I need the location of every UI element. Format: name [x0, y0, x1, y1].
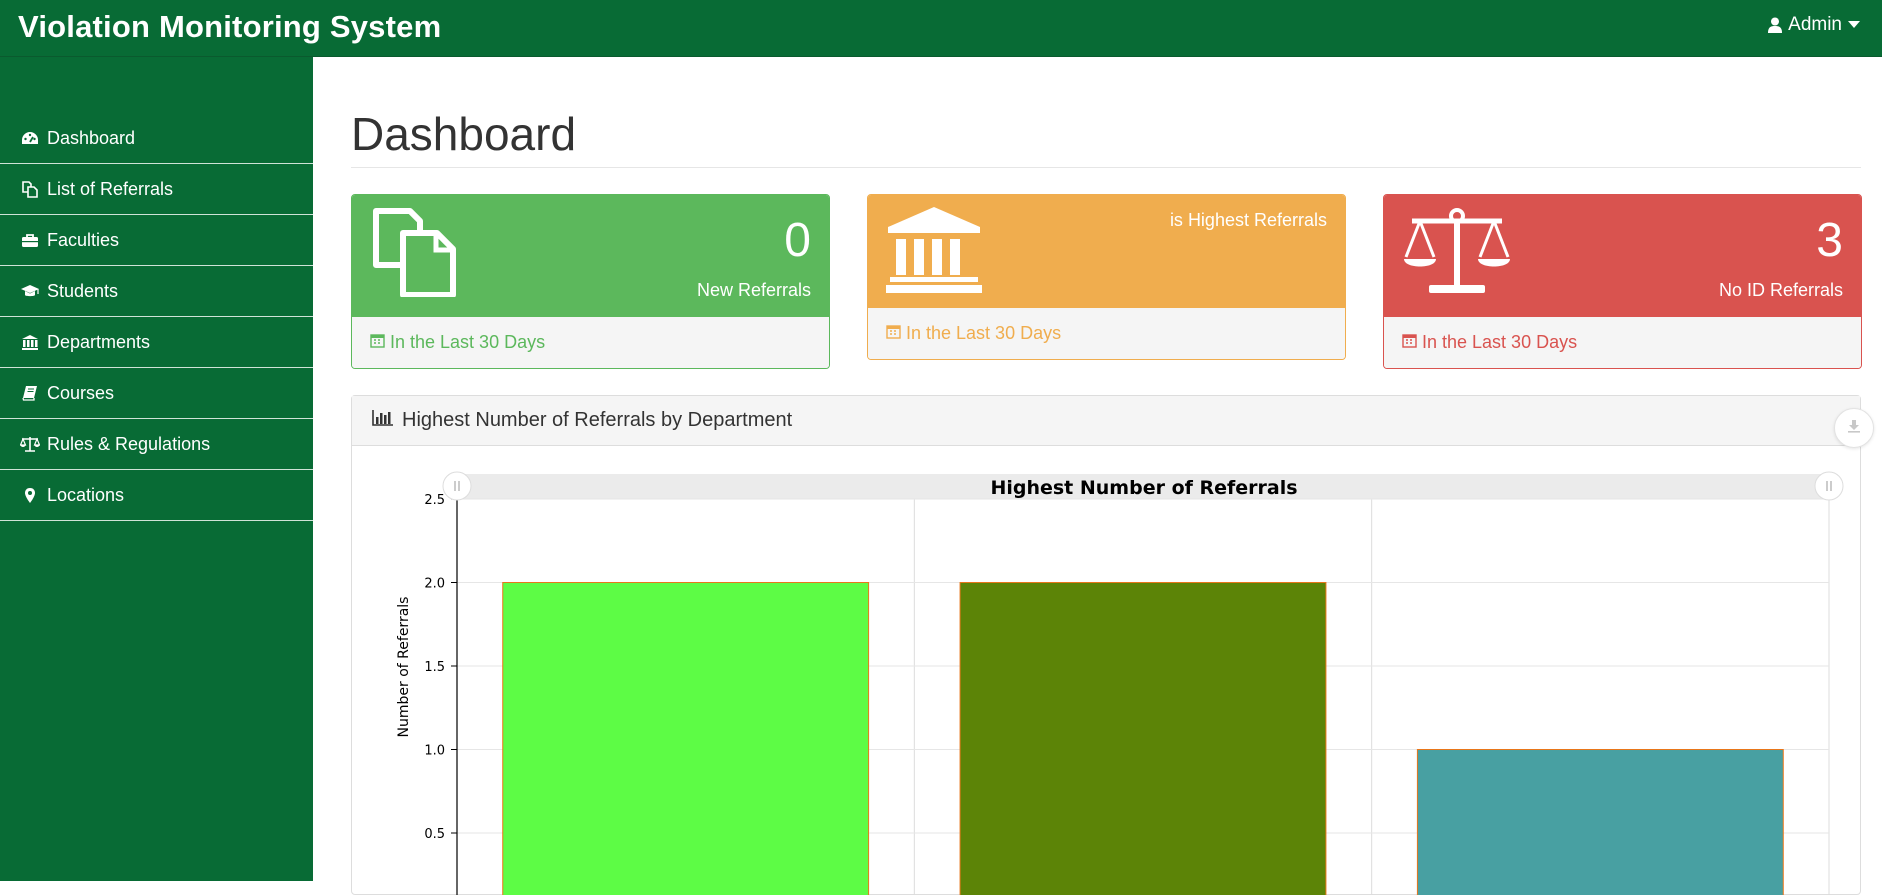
calendar-icon	[370, 332, 385, 353]
balance-scale-icon	[1402, 205, 1512, 302]
referrals-chart-panel: Highest Number of Referrals by Departmen…	[351, 395, 1861, 895]
chart-bar[interactable]	[1417, 750, 1783, 895]
sidebar-item-rules[interactable]: Rules & Regulations	[0, 419, 313, 470]
graduation-cap-icon	[20, 281, 40, 301]
user-menu[interactable]: Admin	[1768, 14, 1860, 36]
card-footer-text: In the Last 30 Days	[1422, 332, 1577, 353]
card-footer: In the Last 30 Days	[1384, 317, 1861, 368]
sidebar-item-label: Courses	[47, 383, 114, 404]
card-label: No ID Referrals	[1719, 280, 1843, 301]
institution-icon	[886, 205, 982, 302]
bar-chart-icon	[372, 409, 394, 432]
sidebar-item-label: Locations	[47, 485, 124, 506]
sidebar-item-label: Departments	[47, 332, 150, 353]
card-label: is Highest Referrals	[1170, 210, 1327, 231]
copy-icon	[20, 179, 40, 199]
card-label: New Referrals	[697, 280, 811, 301]
card-header: 0 New Referrals	[352, 195, 829, 317]
no-id-referrals-card[interactable]: 3 No ID Referrals In the Last 30 Days	[1383, 194, 1862, 369]
card-footer-text: In the Last 30 Days	[390, 332, 545, 353]
new-referrals-card[interactable]: 0 New Referrals In the Last 30 Days	[351, 194, 830, 369]
chart-y-tick-label: 1.5	[424, 660, 445, 675]
chart-y-tick-label: 0.5	[424, 827, 445, 842]
sidebar-item-dashboard[interactable]: Dashboard	[0, 113, 313, 164]
panel-title: Highest Number of Referrals by Departmen…	[402, 409, 792, 432]
card-value: 0	[784, 213, 811, 268]
chart-title: Highest Number of Referrals	[990, 477, 1297, 499]
right-resize-handle[interactable]	[1815, 472, 1843, 500]
sidebar-item-students[interactable]: Students	[0, 266, 313, 317]
copy-icon	[370, 205, 462, 302]
chart-bar[interactable]	[503, 583, 869, 895]
panel-header: Highest Number of Referrals by Departmen…	[352, 396, 1860, 446]
app-title[interactable]: Violation Monitoring System	[18, 9, 441, 45]
sidebar-item-courses[interactable]: Courses	[0, 368, 313, 419]
card-footer: In the Last 30 Days	[868, 308, 1345, 359]
briefcase-icon	[20, 230, 40, 250]
card-footer: In the Last 30 Days	[352, 317, 829, 368]
sidebar-item-label: Dashboard	[47, 128, 135, 149]
sidebar-item-locations[interactable]: Locations	[0, 470, 313, 521]
card-footer-text: In the Last 30 Days	[906, 323, 1061, 344]
card-header: is Highest Referrals	[868, 195, 1345, 308]
calendar-icon	[886, 323, 901, 344]
book-icon	[20, 383, 40, 403]
user-menu-label: Admin	[1788, 14, 1842, 36]
calendar-icon	[1402, 332, 1417, 353]
title-divider	[351, 167, 1861, 168]
download-icon	[1847, 419, 1861, 438]
map-marker-icon	[20, 485, 40, 505]
caret-down-icon	[1848, 21, 1860, 29]
chart-bar[interactable]	[960, 583, 1326, 895]
main-content: Dashboard 0 New Referrals In the Last 30…	[313, 57, 1882, 881]
sidebar-item-label: List of Referrals	[47, 179, 173, 200]
download-chart-button[interactable]	[1834, 408, 1874, 448]
sidebar-item-referrals[interactable]: List of Referrals	[0, 164, 313, 215]
sidebar-item-label: Rules & Regulations	[47, 434, 210, 455]
top-navbar: Violation Monitoring System Admin	[0, 0, 1882, 57]
chart-y-tick-label: 2.0	[424, 577, 445, 592]
highest-referrals-card[interactable]: is Highest Referrals In the Last 30 Days	[867, 194, 1346, 360]
sidebar: Dashboard List of Referrals Faculties St…	[0, 57, 313, 881]
user-icon	[1768, 17, 1782, 33]
sidebar-item-label: Students	[47, 281, 118, 302]
chart-y-axis-label: Number of Referrals	[396, 597, 412, 738]
referrals-bar-chart: Highest Number of Referrals Number of Re…	[352, 447, 1860, 895]
sidebar-item-label: Faculties	[47, 230, 119, 251]
sidebar-item-faculties[interactable]: Faculties	[0, 215, 313, 266]
chart-y-tick-label: 1.0	[424, 744, 445, 759]
left-resize-handle[interactable]	[443, 472, 471, 500]
card-header: 3 No ID Referrals	[1384, 195, 1861, 317]
balance-scale-icon	[20, 434, 40, 454]
sidebar-item-departments[interactable]: Departments	[0, 317, 313, 368]
institution-icon	[20, 332, 40, 352]
page-title: Dashboard	[351, 107, 576, 161]
dashboard-icon	[20, 128, 40, 148]
card-value: 3	[1816, 213, 1843, 268]
chart-y-tick-label: 2.5	[424, 493, 445, 508]
